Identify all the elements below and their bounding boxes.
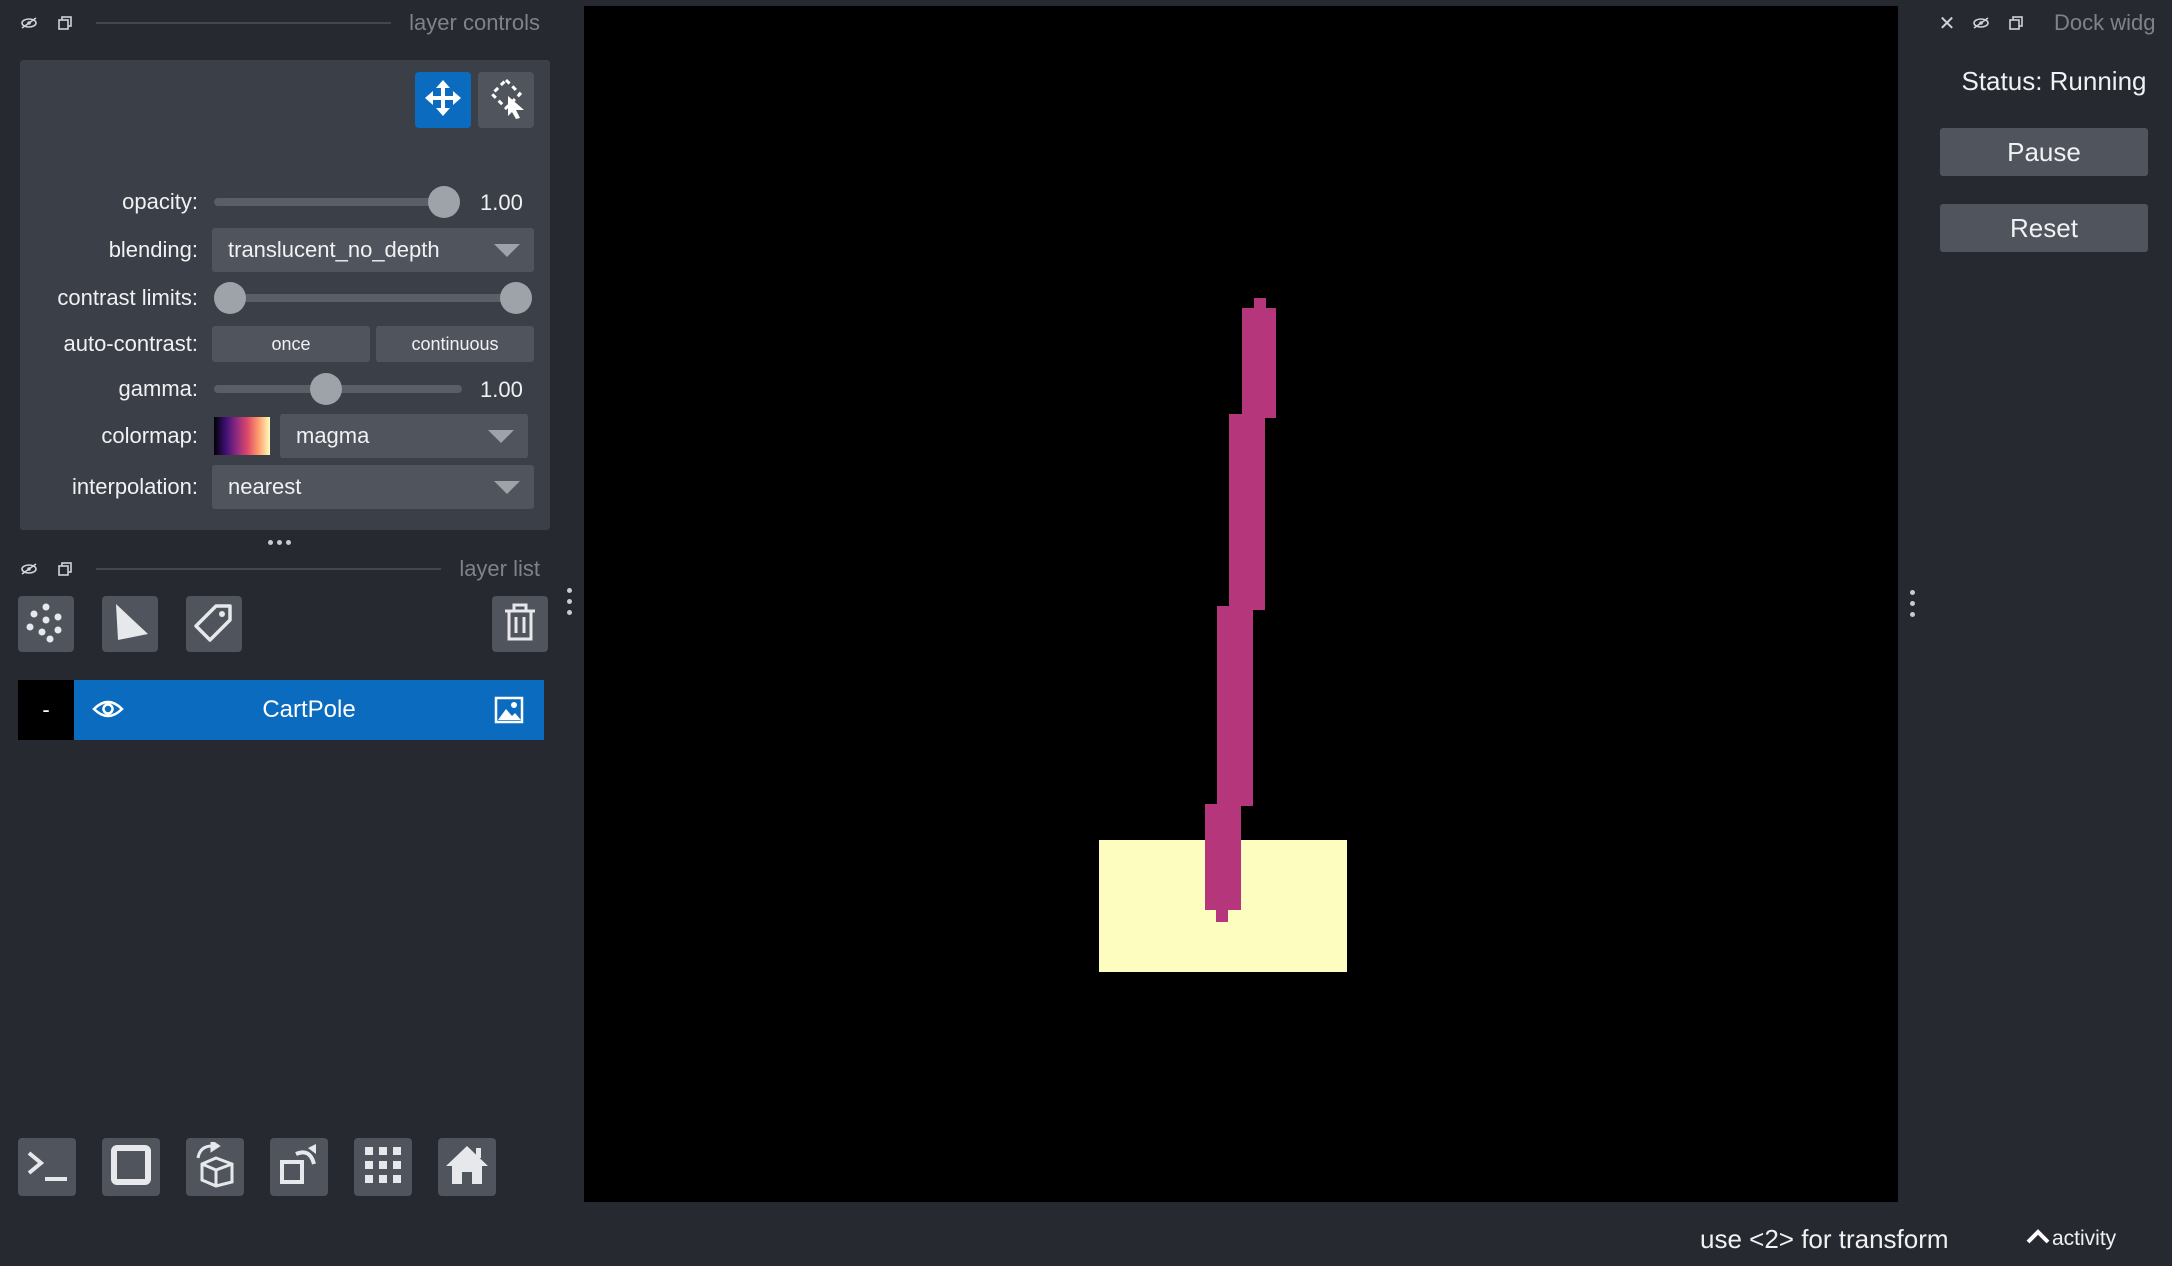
activity-button[interactable]: activity [2024, 1226, 2116, 1252]
layer-list-title: layer list [459, 556, 540, 581]
gamma-label: gamma: [118, 376, 198, 401]
gamma-row: gamma: 1.00 [20, 368, 550, 410]
contrast-limits-label: contrast limits: [57, 285, 198, 310]
gamma-slider-handle[interactable] [310, 373, 342, 405]
blending-label: blending: [108, 237, 198, 262]
shapes-icon [108, 600, 152, 649]
toggle-ndisplay-button[interactable] [102, 1138, 160, 1196]
right-dock-resize-handle[interactable] [1910, 590, 1915, 617]
hide-panel-icon[interactable] [18, 12, 40, 34]
dock-widget-titlebar: ✕ Dock widg [1936, 10, 2172, 36]
dock-widget-title: Dock widg [2054, 10, 2156, 35]
blending-row: blending: translucent_no_depth [20, 228, 550, 272]
rotate-cube-icon [192, 1138, 238, 1193]
colormap-preview [214, 417, 270, 455]
image-icon [494, 696, 524, 729]
auto-contrast-row: auto-contrast: once continuous [20, 323, 550, 365]
opacity-value: 1.00 [480, 190, 523, 215]
reset-button[interactable]: Reset [1940, 204, 2148, 252]
contrast-limits-high-handle[interactable] [500, 282, 532, 314]
chevron-down-icon [494, 244, 520, 257]
terminal-icon [25, 1145, 69, 1190]
float-panel-icon[interactable] [2008, 15, 2030, 31]
console-button[interactable] [18, 1138, 76, 1196]
chevron-down-icon [494, 481, 520, 494]
status-label: Status: Running [1961, 66, 2147, 96]
layer-controls-title: layer controls [409, 10, 540, 35]
interpolation-value: nearest [228, 474, 302, 499]
contrast-limits-low-handle[interactable] [214, 282, 246, 314]
transform-mode-button[interactable] [478, 72, 534, 128]
float-panel-icon[interactable] [54, 12, 76, 34]
chevron-down-icon [488, 430, 514, 443]
opacity-row: opacity: 1.00 [20, 181, 550, 223]
layer-thumbnail: - [18, 680, 74, 740]
opacity-slider-track[interactable] [214, 198, 454, 206]
colormap-row: colormap: magma [20, 414, 550, 458]
viewer-canvas[interactable] [584, 6, 1898, 1202]
interpolation-label: interpolation: [72, 474, 198, 499]
hide-panel-icon[interactable] [18, 558, 40, 580]
square-icon [109, 1143, 153, 1192]
close-icon[interactable]: ✕ [1936, 11, 1958, 36]
rotate-square-icon [276, 1142, 322, 1193]
auto-contrast-continuous-button[interactable]: continuous [376, 326, 534, 362]
new-labels-layer-button[interactable] [186, 596, 242, 652]
titlebar-rule [96, 22, 392, 24]
blending-dropdown[interactable]: translucent_no_depth [212, 228, 534, 272]
layer-list-titlebar: layer list [18, 556, 540, 582]
panel-splitter-handle[interactable] [268, 540, 291, 545]
interpolation-dropdown[interactable]: nearest [212, 465, 534, 509]
float-panel-icon[interactable] [54, 558, 76, 580]
titlebar-rule [96, 568, 442, 570]
interpolation-row: interpolation: nearest [20, 465, 550, 509]
opacity-slider-handle[interactable] [428, 186, 460, 218]
opacity-label: opacity: [122, 189, 198, 214]
colormap-label: colormap: [101, 423, 198, 448]
blending-value: translucent_no_depth [228, 237, 440, 262]
status-hint: use <2> for transform [1700, 1224, 1949, 1254]
gamma-value: 1.00 [480, 377, 523, 402]
points-icon [24, 600, 68, 649]
layer-item-cartpole[interactable]: CartPole [74, 680, 544, 740]
trash-icon [500, 602, 540, 647]
hide-panel-icon[interactable] [1972, 16, 1994, 30]
cartpole-render [1099, 298, 1347, 972]
transpose-dimensions-button[interactable] [270, 1138, 328, 1196]
layer-list-item[interactable]: - CartPole [18, 680, 544, 740]
tag-icon [192, 600, 236, 649]
grid-mode-button[interactable] [354, 1138, 412, 1196]
roll-dimensions-button[interactable] [186, 1138, 244, 1196]
home-icon [444, 1142, 490, 1193]
new-shapes-layer-button[interactable] [102, 596, 158, 652]
auto-contrast-once-button[interactable]: once [212, 326, 370, 362]
reset-view-button[interactable] [438, 1138, 496, 1196]
pause-button[interactable]: Pause [1940, 128, 2148, 176]
select-transform-icon [484, 76, 528, 125]
contrast-limits-row: contrast limits: [20, 277, 550, 319]
contrast-limits-track[interactable] [230, 294, 520, 302]
auto-contrast-label: auto-contrast: [63, 331, 198, 356]
activity-label: activity [2052, 1227, 2117, 1250]
delete-layer-button[interactable] [492, 596, 548, 652]
move-arrows-icon [423, 78, 463, 123]
left-dock-resize-handle[interactable] [567, 588, 572, 615]
grid-icon [361, 1143, 405, 1192]
new-points-layer-button[interactable] [18, 596, 74, 652]
chevron-up-icon [2024, 1226, 2052, 1252]
layer-controls-panel: opacity: 1.00 blending: translucent_no_d… [20, 60, 550, 530]
colormap-value: magma [296, 423, 370, 448]
colormap-dropdown[interactable]: magma [280, 414, 528, 458]
layer-name[interactable]: CartPole [74, 696, 544, 724]
layer-controls-titlebar: layer controls [18, 10, 540, 36]
pan-zoom-mode-button[interactable] [415, 72, 471, 128]
pole [1205, 298, 1276, 922]
